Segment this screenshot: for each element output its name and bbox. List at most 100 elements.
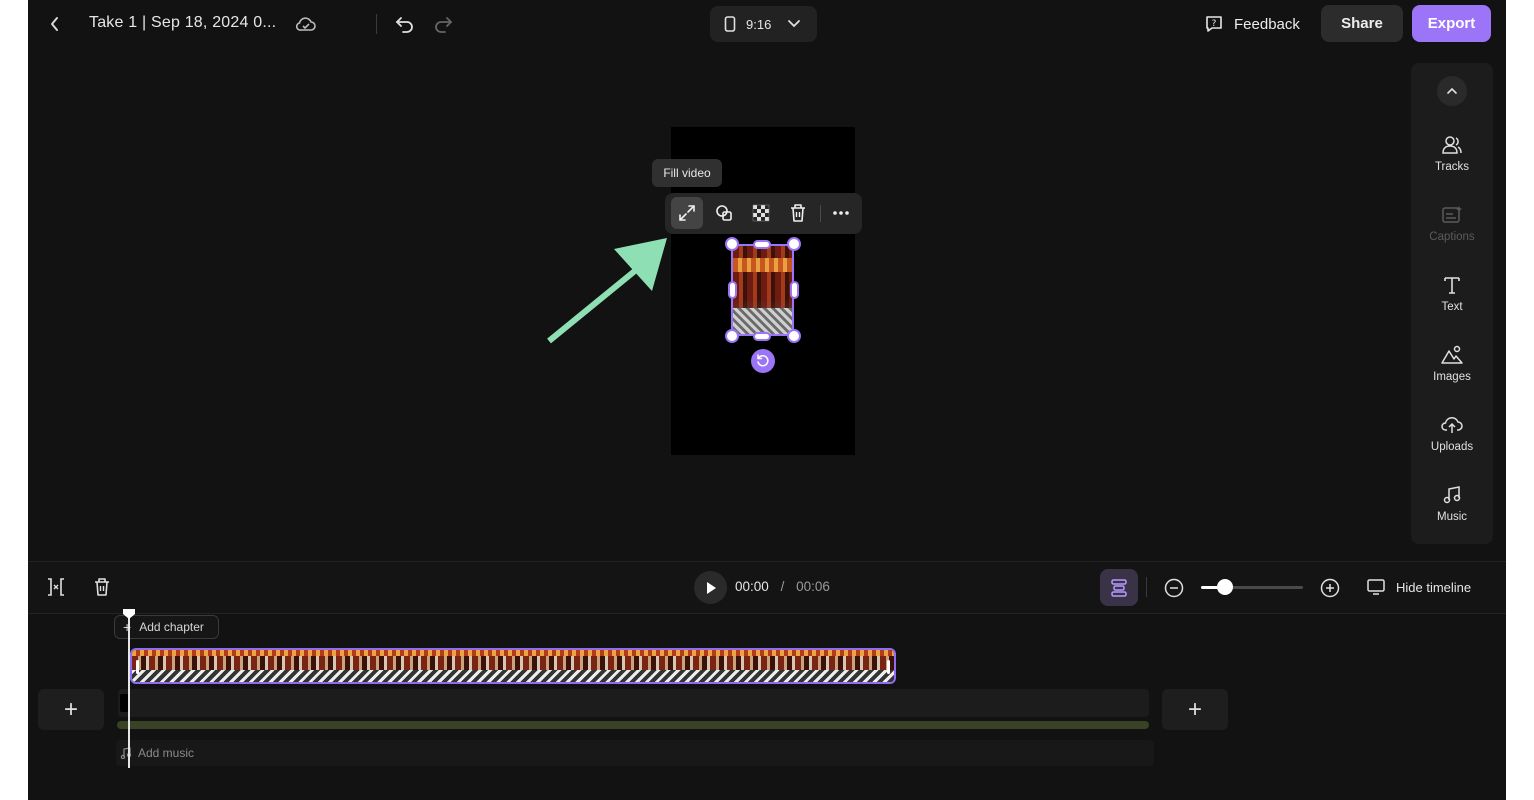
text-icon xyxy=(1444,277,1460,294)
resize-handle-top[interactable] xyxy=(753,240,771,249)
clip-filmstrip-detail xyxy=(132,670,894,682)
redo-button[interactable] xyxy=(431,12,455,36)
split-button[interactable] xyxy=(44,575,68,599)
resize-handle-bottom[interactable] xyxy=(753,332,771,341)
sidebar-item-label: Tracks xyxy=(1434,161,1470,173)
right-sidebar: Tracks Captions Text Images Uploads Musi… xyxy=(1411,63,1493,544)
video-track-clip[interactable] xyxy=(130,648,896,684)
chevron-left-icon xyxy=(51,17,58,31)
plus-icon: + xyxy=(1187,695,1202,723)
redo-icon xyxy=(435,17,453,33)
play-button[interactable] xyxy=(694,571,727,604)
trim-handle-left[interactable] xyxy=(136,660,139,674)
tracks-icon xyxy=(1442,136,1462,154)
sidebar-item-music[interactable]: Music xyxy=(1411,485,1493,545)
chevron-up-icon xyxy=(1447,87,1457,94)
zoom-out-button[interactable] xyxy=(1162,576,1186,600)
sidebar-item-images[interactable]: Images xyxy=(1411,345,1493,405)
clip-filmstrip-detail xyxy=(132,650,894,656)
hide-timeline-label: Hide timeline xyxy=(1396,579,1472,595)
toolbar-divider xyxy=(820,205,821,222)
zoom-in-button[interactable] xyxy=(1318,576,1342,600)
add-music-track[interactable]: Add music xyxy=(116,740,1154,766)
sidebar-item-label: Captions xyxy=(1429,231,1475,243)
resize-handle-top-left[interactable] xyxy=(725,237,739,251)
phone-icon xyxy=(724,16,736,32)
resize-handle-bottom-right[interactable] xyxy=(787,329,801,343)
fit-timeline-button[interactable] xyxy=(1100,569,1138,606)
replace-button[interactable] xyxy=(708,197,740,229)
chevron-down-icon xyxy=(788,20,801,28)
svg-text:?: ? xyxy=(1212,19,1217,29)
feedback-button[interactable]: ? Feedback xyxy=(1204,10,1300,38)
align-icon xyxy=(1111,578,1127,597)
sidebar-item-label: Uploads xyxy=(1430,441,1474,453)
trim-handle-right[interactable] xyxy=(887,660,890,674)
header-divider xyxy=(376,14,377,34)
replace-icon xyxy=(716,205,732,221)
add-track-after-button[interactable]: + xyxy=(1162,689,1228,730)
play-icon xyxy=(706,581,716,594)
back-button[interactable] xyxy=(44,12,66,36)
aspect-ratio-select[interactable]: 9:16 xyxy=(710,6,817,42)
clip-thumbnail-detail xyxy=(733,308,792,334)
resize-handle-top-right[interactable] xyxy=(787,237,801,251)
monitor-icon xyxy=(1367,579,1385,595)
sidebar-item-uploads[interactable]: Uploads xyxy=(1411,415,1493,475)
fill-video-button[interactable] xyxy=(671,197,703,229)
transparency-icon xyxy=(752,204,770,222)
add-track-before-button[interactable]: + xyxy=(38,689,104,730)
sidebar-item-text[interactable]: Text xyxy=(1411,275,1493,335)
cloud-sync-button[interactable] xyxy=(294,12,318,36)
top-bar: Take 1 | Sep 18, 2024 0... 9:16 ? Feedba… xyxy=(28,0,1506,48)
sidebar-item-label: Images xyxy=(1433,371,1471,383)
clip-thumbnail-detail xyxy=(733,258,792,272)
undo-icon xyxy=(395,17,413,33)
playhead-marker-icon[interactable] xyxy=(122,608,136,620)
sidebar-item-label: Text xyxy=(1441,301,1463,313)
trash-icon xyxy=(791,204,805,222)
hide-timeline-button[interactable]: Hide timeline xyxy=(1366,578,1471,596)
cloud-sync-icon xyxy=(295,17,316,31)
total-duration: 00:06 xyxy=(796,579,830,594)
playback-time: 00:00 / 00:06 xyxy=(735,579,830,594)
resize-handle-bottom-left[interactable] xyxy=(725,329,739,343)
fill-video-tooltip: Fill video xyxy=(652,159,722,187)
current-time: 00:00 xyxy=(735,579,769,594)
captions-icon xyxy=(1442,206,1462,223)
trash-icon xyxy=(95,578,109,596)
resize-handle-right[interactable] xyxy=(790,281,799,299)
share-button[interactable]: Share xyxy=(1321,5,1403,42)
fill-video-icon xyxy=(679,205,695,221)
rotate-icon xyxy=(757,354,769,367)
editor-app: Take 1 | Sep 18, 2024 0... 9:16 ? Feedba… xyxy=(28,0,1506,800)
transparency-button[interactable] xyxy=(745,197,777,229)
timeline-divider xyxy=(1146,577,1147,597)
export-button[interactable]: Export xyxy=(1412,5,1491,42)
aspect-ratio-label: 9:16 xyxy=(746,16,772,32)
more-icon xyxy=(833,211,849,215)
audio-waveform-track[interactable] xyxy=(117,721,1149,729)
sidebar-collapse-button[interactable] xyxy=(1437,76,1467,106)
feedback-label: Feedback xyxy=(1234,15,1300,33)
delete-element-button[interactable] xyxy=(782,197,814,229)
split-icon xyxy=(48,578,64,596)
sidebar-item-tracks[interactable]: Tracks xyxy=(1411,135,1493,195)
project-title[interactable]: Take 1 | Sep 18, 2024 0... xyxy=(89,14,276,32)
sidebar-item-captions[interactable]: Captions xyxy=(1411,205,1493,265)
selected-video-clip[interactable] xyxy=(731,244,794,336)
more-options-button[interactable] xyxy=(825,197,857,229)
empty-track[interactable] xyxy=(118,689,1149,717)
zoom-in-icon xyxy=(1320,578,1340,598)
playhead[interactable] xyxy=(128,616,130,768)
zoom-out-icon xyxy=(1164,578,1184,598)
music-icon xyxy=(1443,486,1461,504)
delete-clip-button[interactable] xyxy=(90,575,114,599)
resize-handle-left[interactable] xyxy=(728,281,737,299)
rotate-handle[interactable] xyxy=(751,349,775,373)
feedback-icon: ? xyxy=(1206,16,1222,32)
uploads-icon xyxy=(1441,416,1463,433)
undo-button[interactable] xyxy=(393,12,417,36)
annotation-arrow-icon xyxy=(547,238,667,344)
add-chapter-label: Add chapter xyxy=(139,620,204,634)
